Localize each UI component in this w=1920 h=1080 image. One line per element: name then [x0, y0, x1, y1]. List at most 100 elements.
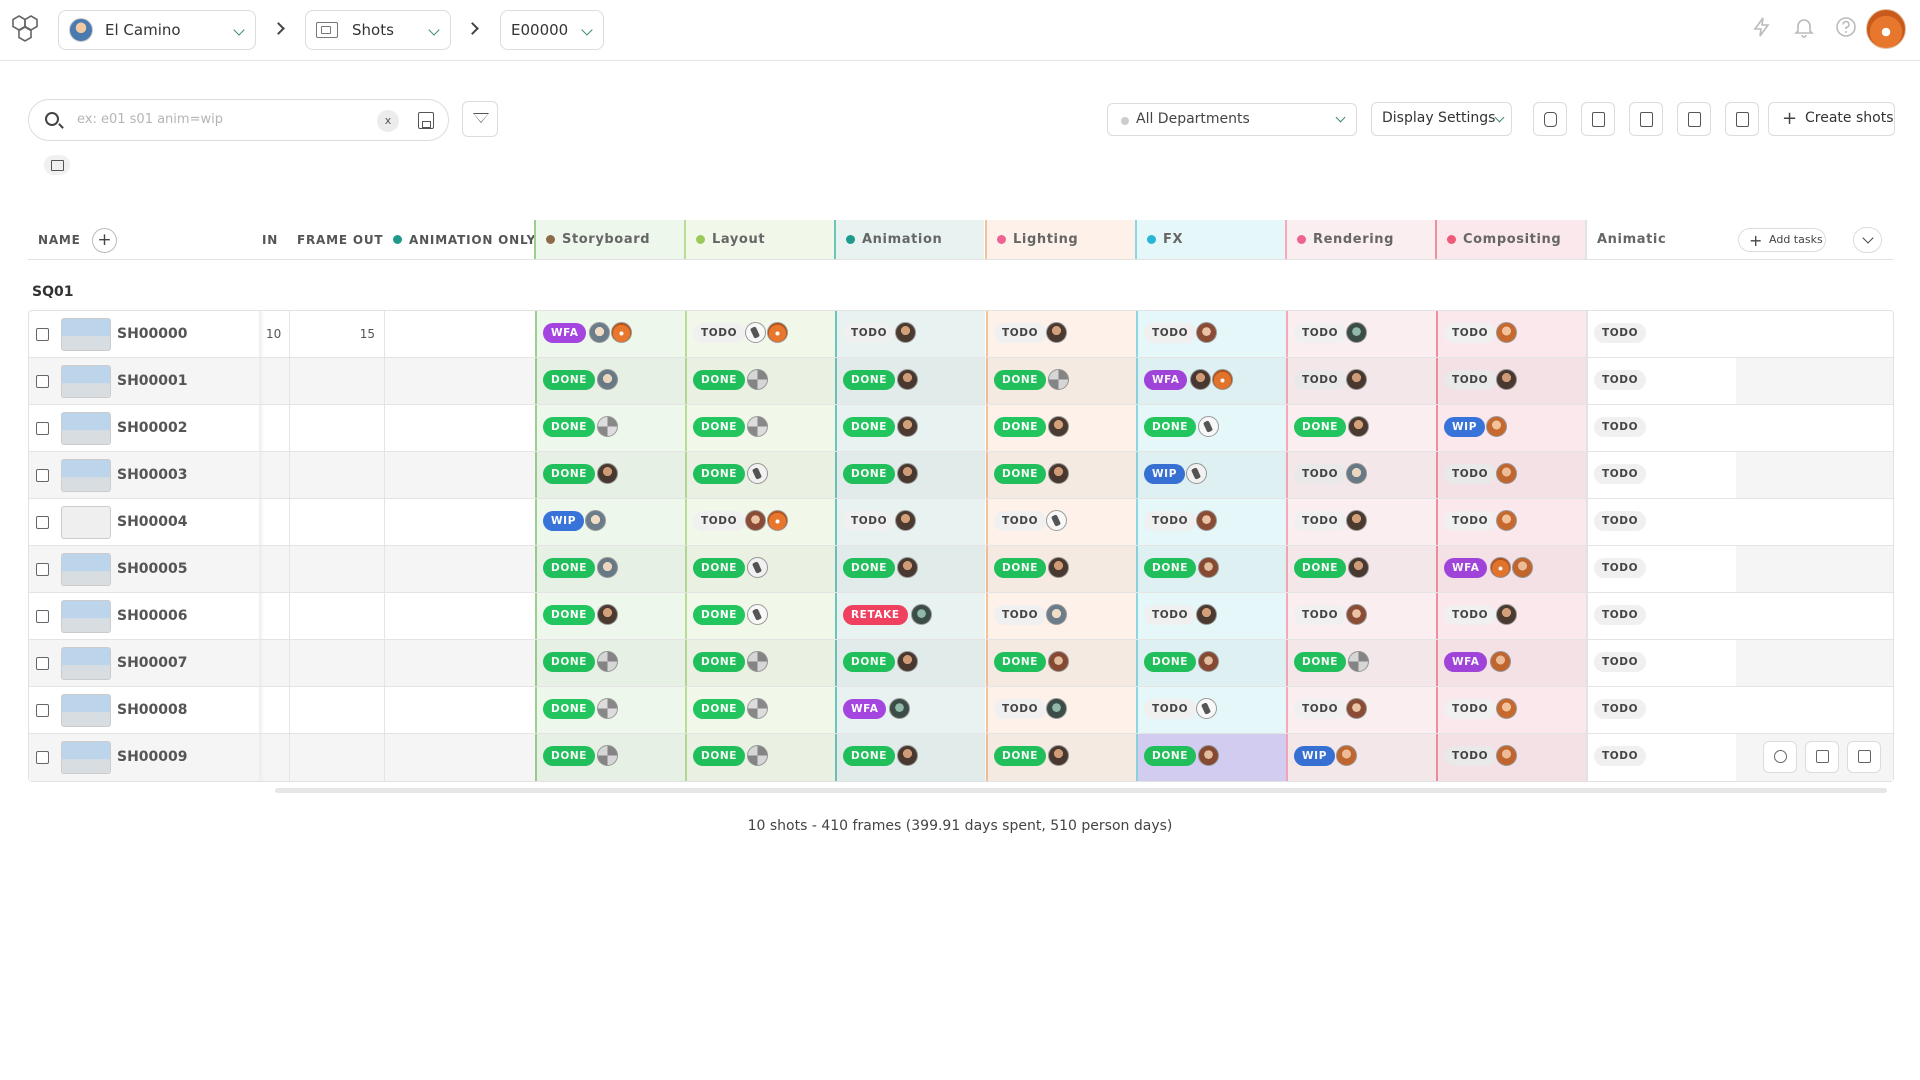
assignee-avatar[interactable]: [1336, 745, 1357, 766]
shot-thumbnail[interactable]: [61, 694, 111, 727]
status-badge[interactable]: DONE: [1294, 558, 1347, 578]
task-status-cell[interactable]: DONE: [685, 640, 835, 686]
assignee-avatar[interactable]: [1490, 651, 1511, 672]
task-status-cell[interactable]: DONE: [1136, 405, 1286, 451]
task-status-cell[interactable]: TODO: [1586, 499, 1736, 545]
horizontal-scrollbar[interactable]: [275, 788, 1887, 793]
assignee-avatar[interactable]: [747, 604, 768, 625]
task-status-cell[interactable]: TODO: [1286, 687, 1436, 733]
assignee-avatar[interactable]: [745, 322, 766, 343]
task-status-cell[interactable]: WIP: [1286, 734, 1436, 781]
table-row[interactable]: SH00000 10 15 WFA TODO TODO TODO TODO TODO TODO TO…: [29, 311, 1893, 358]
status-badge[interactable]: DONE: [543, 699, 596, 719]
status-badge[interactable]: DONE: [994, 558, 1047, 578]
folder-icon[interactable]: [44, 155, 70, 175]
row-checkbox[interactable]: [36, 469, 49, 482]
status-badge[interactable]: WFA: [1444, 652, 1488, 672]
task-status-cell[interactable]: DONE: [535, 546, 685, 592]
task-status-cell[interactable]: TODO: [1586, 452, 1736, 498]
assignee-avatar[interactable]: [1196, 604, 1217, 625]
task-status-cell[interactable]: TODO: [1136, 311, 1286, 357]
assignee-avatar[interactable]: [1048, 369, 1069, 390]
edit-icon[interactable]: [1805, 741, 1839, 773]
assignee-avatar[interactable]: [597, 698, 618, 719]
shot-name[interactable]: SH00003: [117, 467, 188, 483]
shot-thumbnail[interactable]: [61, 506, 111, 539]
filter-button[interactable]: [462, 101, 498, 137]
save-search-icon[interactable]: [418, 112, 434, 129]
assignee-avatar[interactable]: [897, 369, 918, 390]
status-badge[interactable]: TODO: [1594, 417, 1647, 437]
status-badge[interactable]: DONE: [543, 417, 596, 437]
status-badge[interactable]: DONE: [1294, 652, 1347, 672]
collapse-columns-button[interactable]: [1853, 227, 1882, 253]
status-badge[interactable]: TODO: [1444, 370, 1497, 390]
status-badge[interactable]: DONE: [843, 370, 896, 390]
task-status-cell[interactable]: DONE: [535, 687, 685, 733]
assignee-avatar[interactable]: [911, 604, 932, 625]
task-status-cell[interactable]: DONE: [685, 687, 835, 733]
assignee-avatar[interactable]: [767, 322, 788, 343]
task-status-cell[interactable]: TODO: [1436, 734, 1586, 781]
task-status-cell[interactable]: TODO: [1436, 358, 1586, 404]
shot-thumbnail[interactable]: [61, 459, 111, 492]
status-badge[interactable]: DONE: [543, 558, 596, 578]
task-status-cell[interactable]: DONE: [535, 593, 685, 639]
status-badge[interactable]: DONE: [1144, 558, 1197, 578]
task-status-cell[interactable]: DONE: [1286, 405, 1436, 451]
status-badge[interactable]: TODO: [1294, 323, 1347, 343]
status-badge[interactable]: TODO: [1594, 652, 1647, 672]
assignee-avatar[interactable]: [889, 698, 910, 719]
animation-only-column-header[interactable]: ANIMATION ONLY: [393, 220, 536, 259]
status-badge[interactable]: DONE: [543, 652, 596, 672]
assignee-avatar[interactable]: [897, 651, 918, 672]
status-badge[interactable]: DONE: [994, 652, 1047, 672]
task-status-cell[interactable]: DONE: [986, 546, 1136, 592]
sequence-file-icon[interactable]: [1581, 102, 1615, 136]
shot-name[interactable]: SH00007: [117, 655, 188, 671]
task-status-cell[interactable]: DONE: [835, 405, 985, 451]
row-checkbox[interactable]: [36, 375, 49, 388]
task-status-cell[interactable]: WFA: [535, 311, 685, 357]
table-row[interactable]: SH00001 DONE DONE DONE DONE WFA TODO TODO TODO: [29, 358, 1893, 405]
status-badge[interactable]: DONE: [1294, 417, 1347, 437]
assignee-avatar[interactable]: [897, 557, 918, 578]
document-icon[interactable]: [1677, 102, 1711, 136]
status-badge[interactable]: TODO: [1594, 511, 1647, 531]
task-status-cell[interactable]: TODO: [1436, 311, 1586, 357]
row-checkbox[interactable]: [36, 657, 49, 670]
task-status-cell[interactable]: DONE: [986, 452, 1136, 498]
assignee-avatar[interactable]: [1346, 369, 1367, 390]
row-checkbox[interactable]: [36, 563, 49, 576]
assignee-avatar[interactable]: [1496, 322, 1517, 343]
task-column-header-layout[interactable]: Layout: [684, 220, 834, 259]
task-status-cell[interactable]: DONE: [535, 405, 685, 451]
history-icon[interactable]: [1763, 741, 1797, 773]
task-status-cell[interactable]: DONE: [986, 358, 1136, 404]
task-status-cell[interactable]: WIP: [1436, 405, 1586, 451]
status-badge[interactable]: DONE: [994, 464, 1047, 484]
status-badge[interactable]: TODO: [843, 323, 896, 343]
status-badge[interactable]: DONE: [693, 652, 746, 672]
assignee-avatar[interactable]: [1496, 510, 1517, 531]
assignee-avatar[interactable]: [1496, 698, 1517, 719]
status-badge[interactable]: DONE: [693, 558, 746, 578]
task-status-cell[interactable]: TODO: [685, 499, 835, 545]
download-icon[interactable]: [1725, 102, 1759, 136]
status-badge[interactable]: TODO: [1294, 511, 1347, 531]
assignee-avatar[interactable]: [747, 745, 768, 766]
assignee-avatar[interactable]: [1186, 463, 1207, 484]
status-badge[interactable]: WIP: [1144, 464, 1185, 484]
status-badge[interactable]: TODO: [1444, 699, 1497, 719]
task-status-cell[interactable]: DONE: [835, 640, 985, 686]
task-status-cell[interactable]: DONE: [535, 734, 685, 781]
task-status-cell[interactable]: DONE: [685, 546, 835, 592]
shot-name[interactable]: SH00004: [117, 514, 188, 530]
assignee-avatar[interactable]: [1048, 745, 1069, 766]
status-badge[interactable]: TODO: [1144, 323, 1197, 343]
frame-in-column-header[interactable]: IN: [262, 220, 278, 259]
assignee-avatar[interactable]: [597, 604, 618, 625]
assignee-avatar[interactable]: [747, 369, 768, 390]
assignee-avatar[interactable]: [1046, 698, 1067, 719]
status-badge[interactable]: WFA: [543, 323, 587, 343]
